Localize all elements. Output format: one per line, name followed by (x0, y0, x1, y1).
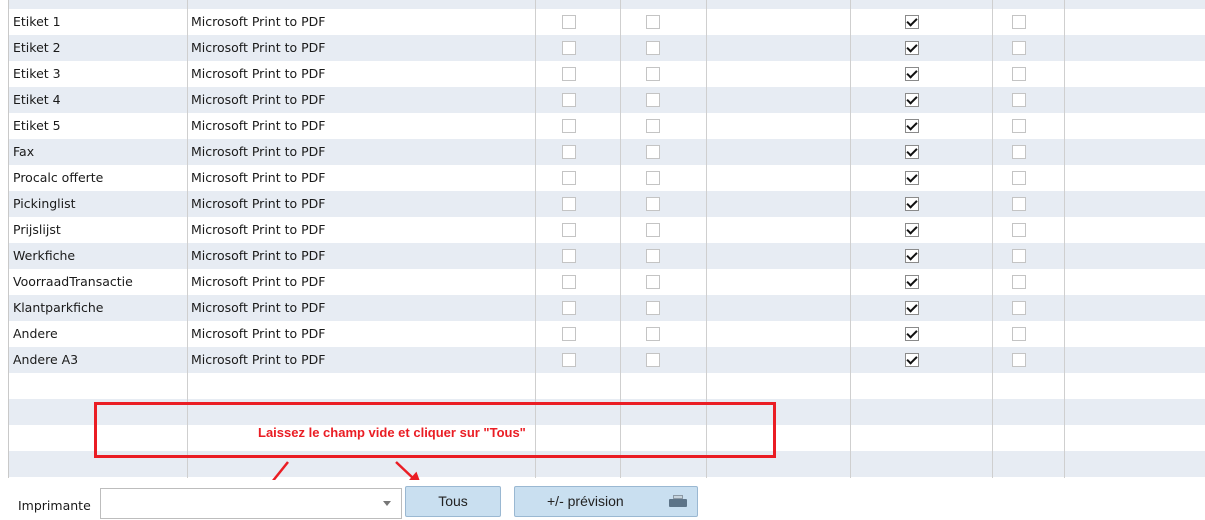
preview-button-label: +/- prévision (547, 493, 624, 509)
printer-select[interactable] (100, 488, 402, 519)
printer-icon (669, 495, 687, 508)
all-button[interactable]: Tous (405, 486, 501, 517)
printer-label: Imprimante (18, 498, 91, 513)
annotation-arrows (260, 461, 422, 497)
preview-button[interactable]: +/- prévision (514, 486, 698, 517)
chevron-down-icon[interactable] (383, 501, 391, 506)
